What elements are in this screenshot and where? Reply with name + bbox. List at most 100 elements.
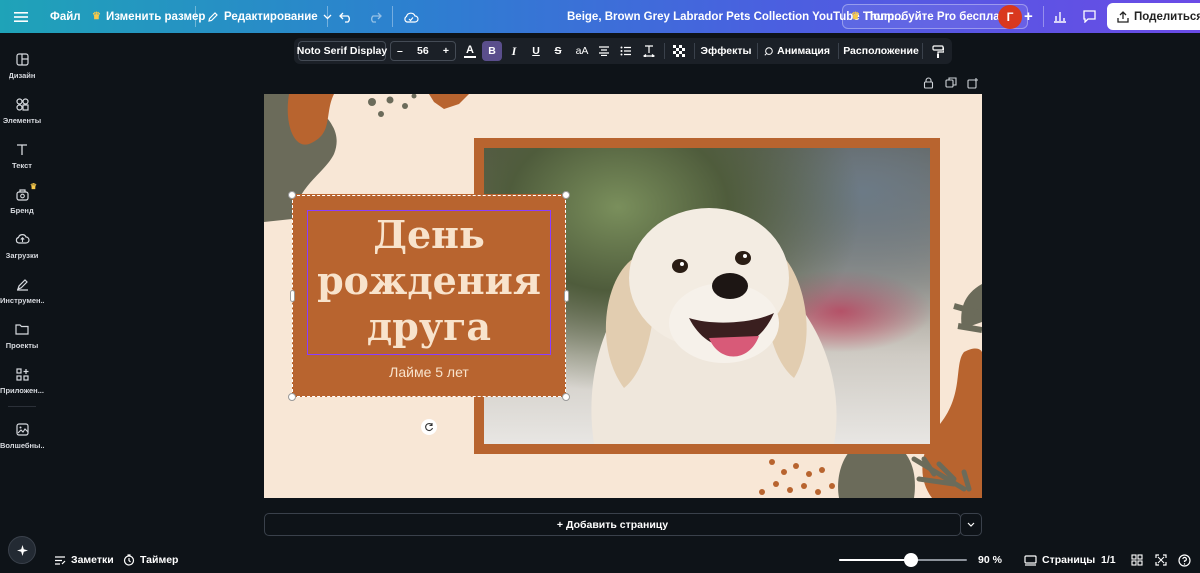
increase-font-button[interactable]: + [443, 45, 449, 57]
add-collaborator-icon[interactable]: + [1024, 0, 1033, 33]
sidebar-item-label: Проекты [5, 341, 39, 350]
sidebar-item-label: Элементы [2, 116, 42, 125]
zoom-level-text: 90 % [978, 554, 1002, 566]
resize-handle-right[interactable] [564, 290, 569, 302]
list-button[interactable] [618, 38, 634, 64]
text-color-button[interactable]: A [462, 38, 478, 64]
editing-label: Редактирование [224, 10, 318, 23]
spacing-button[interactable] [641, 38, 657, 64]
help-icon[interactable] [1178, 550, 1191, 570]
effects-label: Эффекты [700, 45, 752, 57]
share-button[interactable]: Поделиться [1107, 3, 1200, 30]
sidebar-item-apps[interactable]: Приложен... [0, 360, 44, 400]
cloud-saved-icon[interactable] [403, 0, 419, 33]
font-family-select[interactable]: Noto Serif Display [296, 41, 388, 61]
resize-handle-top-right[interactable] [562, 191, 570, 199]
try-pro-label: Попробуйте Pro бесплатно [864, 10, 1020, 23]
transparency-button[interactable] [671, 38, 687, 64]
add-page-icon[interactable] [966, 76, 980, 90]
sidebar-item-label: Приложен... [0, 386, 44, 395]
bold-button[interactable]: B [482, 41, 502, 61]
sidebar-item-brand[interactable]: ♛ Бренд [0, 180, 44, 220]
sparkle-icon [16, 544, 28, 556]
zoom-slider-knob[interactable] [904, 553, 918, 567]
file-menu[interactable]: Файл [50, 0, 81, 33]
align-center-icon [599, 46, 609, 56]
divider [327, 6, 328, 27]
notes-label: Заметки [71, 554, 114, 566]
editing-mode-dropdown[interactable]: Редактирование [207, 0, 332, 33]
grid-view-icon[interactable] [1131, 550, 1143, 570]
pen-tool-icon [14, 276, 30, 292]
resize-handle-bottom-right[interactable] [562, 393, 570, 401]
divider [922, 43, 923, 59]
divider [195, 6, 196, 27]
strikethrough-button[interactable]: S [550, 38, 566, 64]
transparency-checker-icon [673, 45, 685, 57]
sidebar-item-magic-media[interactable]: Волшебны... [0, 415, 44, 455]
add-page-options-button[interactable] [960, 513, 982, 536]
position-button[interactable]: Расположение [843, 38, 919, 64]
sidebar-item-tools[interactable]: Инструмен... [0, 270, 44, 310]
redo-icon[interactable] [368, 0, 382, 33]
sidebar-item-label: Инструмен... [0, 296, 44, 305]
hamburger-menu-icon[interactable] [14, 0, 28, 33]
divider [1043, 6, 1044, 27]
resize-label: Изменить размер [105, 10, 206, 23]
sidebar-item-design[interactable]: Дизайн [0, 45, 44, 85]
decrease-font-button[interactable]: – [397, 45, 403, 57]
position-label: Расположение [843, 45, 919, 57]
font-family-value: Noto Serif Display [296, 45, 388, 57]
sidebar-item-elements[interactable]: Элементы [0, 90, 44, 130]
zoom-level[interactable]: 90 % [978, 550, 1002, 570]
notes-button[interactable]: Заметки [54, 550, 114, 570]
align-center-button[interactable] [596, 38, 612, 64]
left-sidebar: Дизайн Элементы Текст ♛ Бренд Загрузки И… [0, 33, 44, 573]
timer-button[interactable]: Таймер [123, 550, 178, 570]
add-page-label: + Добавить страницу [556, 518, 669, 531]
top-bar: Файл ♛ Изменить размер Редактирование Be… [0, 0, 1200, 33]
text-spacing-icon [643, 45, 655, 57]
divider [664, 43, 665, 59]
resize-handle-left[interactable] [290, 290, 295, 302]
zoom-slider-fill [839, 559, 911, 561]
crown-icon: ♛ [92, 11, 101, 22]
italic-button[interactable]: I [506, 38, 522, 64]
resize-handle-bottom-left[interactable] [288, 393, 296, 401]
letter-case-button[interactable]: aA [572, 38, 592, 64]
undo-icon[interactable] [339, 0, 353, 33]
pages-button[interactable]: Страницы [1024, 550, 1095, 570]
magic-assistant-button[interactable] [8, 536, 36, 564]
italic-icon: I [511, 43, 517, 58]
sidebar-item-label: Загрузки [5, 251, 39, 260]
timer-label: Таймер [140, 554, 179, 566]
sidebar-item-uploads[interactable]: Загрузки [0, 225, 44, 265]
sidebar-item-projects[interactable]: Проекты [0, 315, 44, 355]
sidebar-item-text[interactable]: Текст [0, 135, 44, 175]
add-page-button[interactable]: + Добавить страницу [264, 513, 961, 536]
avatar[interactable]: Г [998, 4, 1022, 29]
sidebar-item-label: Дизайн [8, 71, 36, 80]
rotate-handle[interactable] [421, 419, 437, 435]
copy-style-button[interactable] [930, 38, 946, 64]
duplicate-page-icon[interactable] [944, 76, 958, 90]
divider [392, 6, 393, 27]
bulleted-list-icon [620, 46, 631, 56]
resize-handle-top-left[interactable] [288, 191, 296, 199]
effects-button[interactable]: Эффекты [700, 38, 752, 64]
insights-chart-icon[interactable] [1053, 0, 1067, 33]
cloud-upload-icon [14, 231, 30, 247]
divider [838, 43, 839, 59]
font-size-value[interactable]: 56 [417, 45, 429, 57]
font-size-stepper[interactable]: – 56 + [390, 41, 456, 61]
lock-icon[interactable] [921, 76, 935, 90]
animation-button[interactable]: Анимация [764, 38, 830, 64]
comment-icon[interactable] [1082, 0, 1097, 33]
animation-label: Анимация [777, 45, 830, 57]
strikethrough-icon: S [554, 45, 562, 57]
avatar-initial: Г [1006, 9, 1014, 24]
resize-button[interactable]: ♛ Изменить размер [92, 0, 205, 33]
fullscreen-icon[interactable] [1155, 550, 1167, 570]
underline-button[interactable]: U [528, 38, 544, 64]
page-count: 1/1 [1101, 550, 1116, 570]
